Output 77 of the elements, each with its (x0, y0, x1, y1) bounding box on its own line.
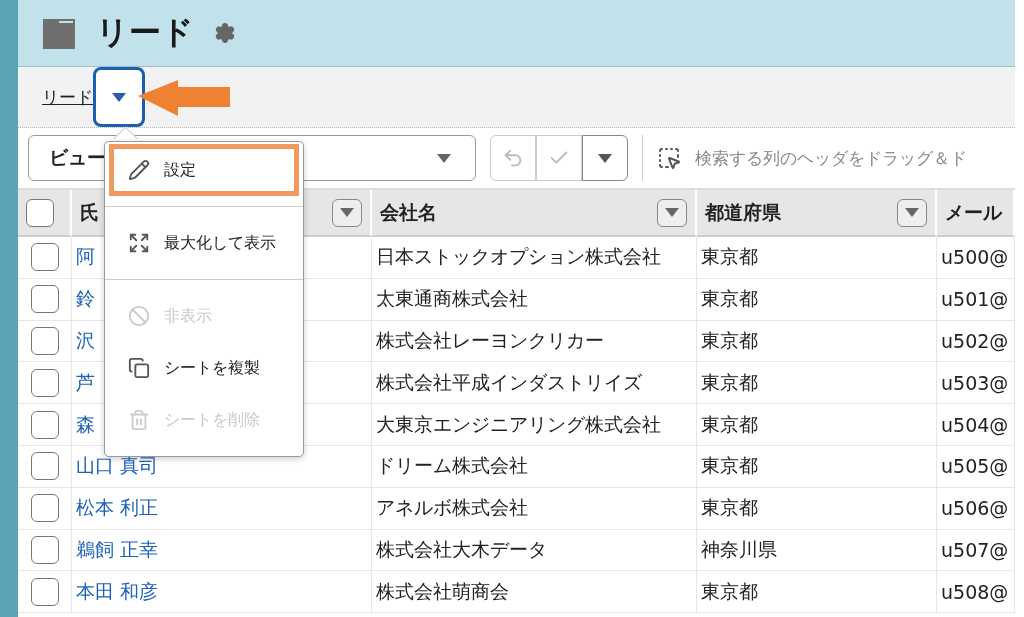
column-menu-button[interactable] (897, 198, 927, 227)
search-hint: 検索する列のヘッダをドラッグ＆ド (695, 146, 967, 170)
menu-item[interactable]: シートを複製 (109, 342, 299, 394)
checkbox[interactable] (26, 198, 54, 227)
table-cell: u507@ (941, 538, 1009, 561)
column-menu-button[interactable] (657, 198, 687, 227)
table-cell-text: 東京都 (701, 453, 758, 479)
drag-select-icon (657, 146, 681, 170)
ban-icon (128, 305, 150, 327)
menu-item[interactable]: 最大化して表示 (109, 217, 299, 269)
column-header: 都道府県 (705, 199, 781, 225)
table-cell-text: 東京都 (701, 369, 758, 395)
table-cell-text: 東京都 (701, 286, 758, 312)
caret-icon (905, 208, 919, 217)
expand-icon (128, 232, 150, 254)
table-cell-text: 東京都 (701, 411, 758, 437)
table-cell-text: 株式会社萌商会 (376, 578, 509, 604)
table-cell-text: 株式会社レーヨンクリカー (376, 328, 604, 353)
table-cell-text: 株式会社大木データ (376, 536, 547, 562)
arrow-annotation-icon (138, 80, 230, 116)
table-cell-text: 神奈川県 (701, 536, 777, 562)
table-cell: u500@ (941, 246, 1009, 269)
caret-icon (112, 92, 126, 102)
menu-item[interactable]: 設定 (109, 144, 299, 196)
caret-icon (665, 208, 679, 217)
checkbox[interactable] (30, 368, 59, 397)
more-button[interactable] (582, 135, 628, 181)
checkbox[interactable] (30, 410, 59, 439)
lead-name-link[interactable]: 阿 (76, 244, 95, 271)
tab-dropdown-button[interactable] (93, 67, 145, 127)
pencil-icon (128, 159, 150, 181)
settings-icon[interactable] (214, 22, 236, 44)
column-menu-button[interactable] (332, 198, 362, 227)
lead-name-link[interactable]: 芦 (76, 369, 95, 396)
caret-icon (598, 153, 612, 163)
column-header: メール (945, 199, 1002, 225)
table-cell-text: 東京都 (701, 495, 758, 521)
table-cell-text: 株式会社平成インダストリイズ (376, 369, 642, 395)
caret-icon (340, 208, 354, 217)
lead-name-link[interactable]: 森 (76, 411, 95, 438)
table-cell-text: 太東通商株式会社 (376, 286, 528, 312)
table-cell: u508@ (941, 580, 1009, 603)
table-cell: u504@ (941, 413, 1009, 436)
folder-icon (42, 16, 76, 50)
copy-icon (128, 357, 150, 379)
table-cell-text: ドリーム株式会社 (376, 453, 528, 479)
lead-name-link[interactable]: 沢 (76, 328, 95, 354)
table-cell: u503@ (941, 371, 1009, 394)
undo-icon (502, 147, 524, 169)
checkbox[interactable] (30, 243, 59, 272)
table-cell-text: 東京都 (701, 328, 758, 353)
lead-name-link[interactable]: 松本 利正 (76, 495, 159, 522)
sheet-tab[interactable]: リード (42, 85, 93, 109)
table-cell: u501@ (941, 288, 1009, 311)
table-cell-text: 日本ストックオプション株式会社 (376, 244, 661, 270)
checkbox[interactable] (30, 327, 59, 355)
checkbox[interactable] (30, 535, 59, 564)
checkbox[interactable] (30, 494, 59, 523)
checkbox[interactable] (30, 452, 59, 481)
trash-icon (128, 409, 150, 431)
checkbox[interactable] (30, 285, 59, 314)
table-cell-text: 大東京エンジニアリング株式会社 (376, 411, 661, 437)
table-cell: u502@ (941, 330, 1009, 352)
table-cell-text: 東京都 (701, 578, 758, 604)
table-cell-text: 東京都 (701, 244, 758, 270)
page-title: リード (96, 12, 194, 53)
lead-name-link[interactable]: 本田 和彦 (76, 578, 159, 605)
lead-name-link[interactable]: 山口 真司 (76, 453, 159, 480)
lead-name-link[interactable]: 鈴 (76, 286, 95, 313)
table-cell: u505@ (941, 455, 1009, 478)
lead-name-link[interactable]: 鵜飼 正幸 (76, 536, 159, 563)
column-header: 会社名 (380, 199, 437, 225)
table-cell: u506@ (941, 497, 1009, 520)
column-header: 氏 (80, 199, 99, 225)
table-cell-text: アネルボ株式会社 (376, 495, 528, 521)
checkbox[interactable] (30, 577, 59, 606)
caret-icon (437, 153, 451, 163)
